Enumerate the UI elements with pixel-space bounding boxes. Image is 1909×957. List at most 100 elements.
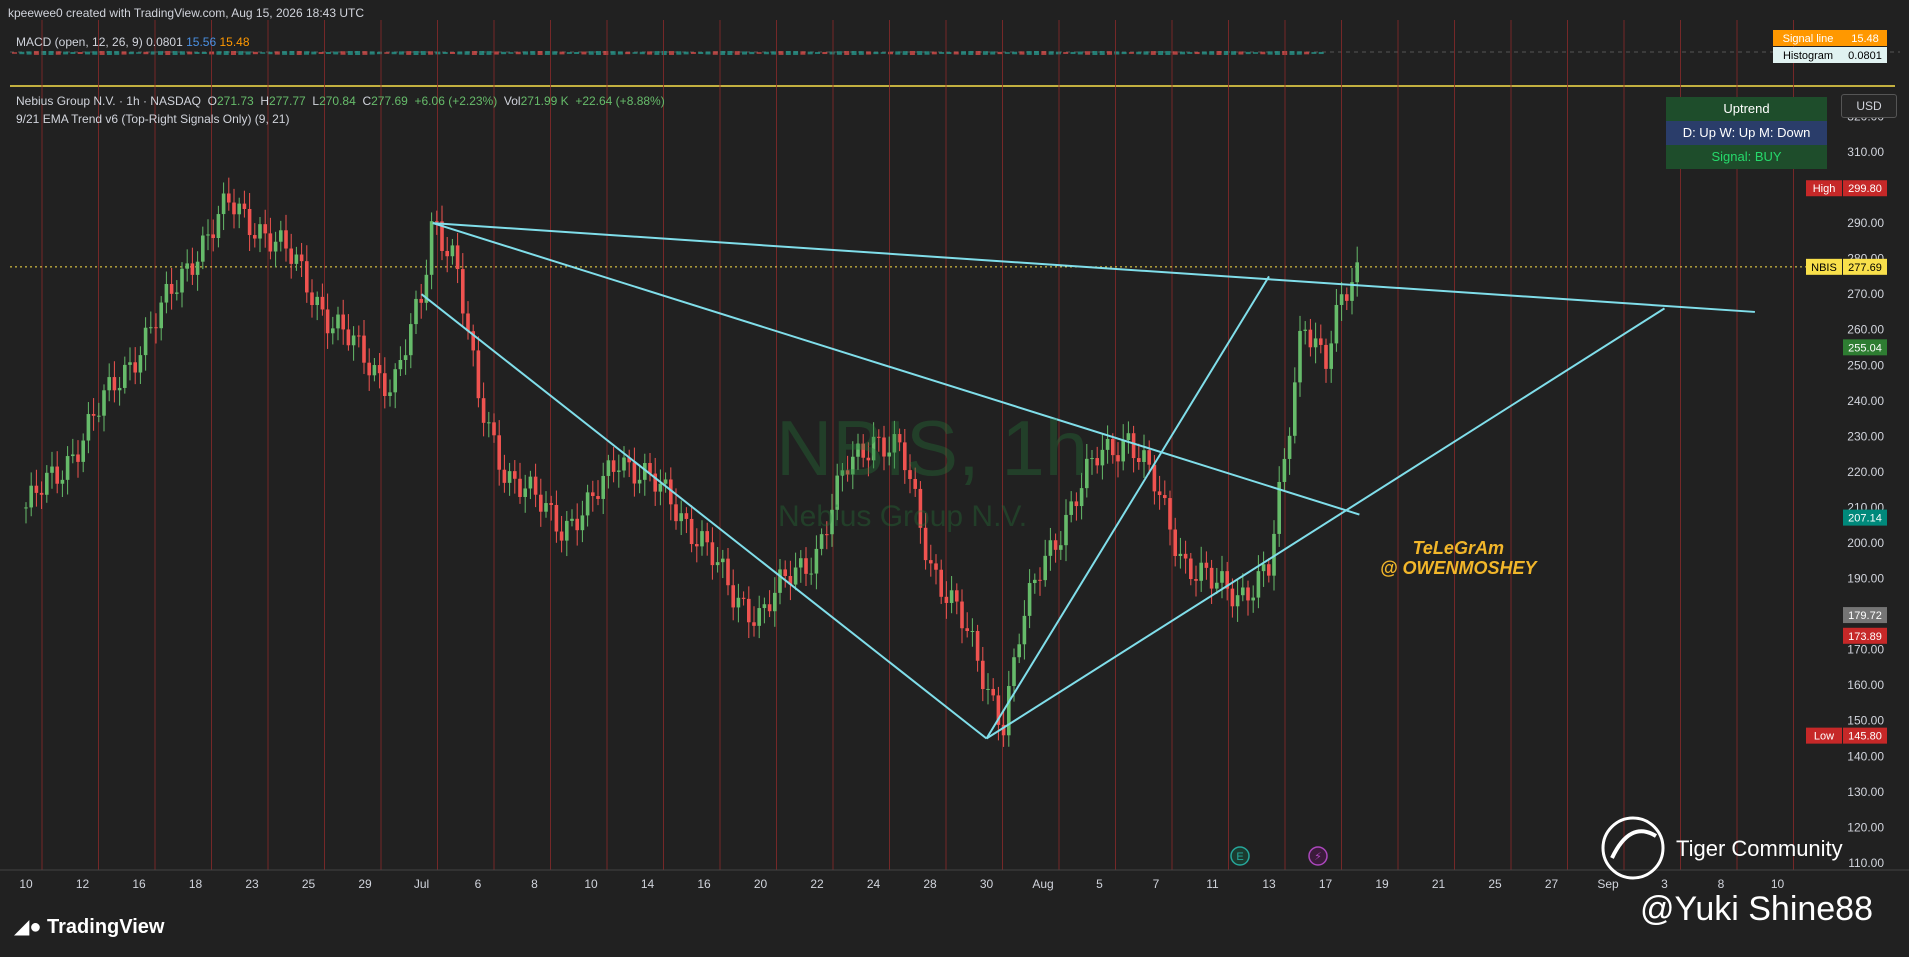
macd-histogram-bar bbox=[873, 51, 879, 55]
candle-body bbox=[154, 327, 158, 329]
lightning-event-icon[interactable]: ⚡ bbox=[1308, 846, 1328, 866]
macd-histogram-bar bbox=[574, 51, 580, 55]
macd-signal-tag-label: Signal line bbox=[1783, 33, 1834, 45]
macd-histogram-bar bbox=[858, 51, 864, 55]
macd-histogram-bar bbox=[939, 52, 945, 54]
macd-histogram-bar bbox=[1267, 51, 1273, 55]
macd-histogram-bar bbox=[822, 51, 828, 55]
candle-body bbox=[939, 569, 943, 597]
candle-body bbox=[570, 518, 574, 521]
candle-body bbox=[1038, 579, 1042, 581]
candle-body bbox=[1293, 382, 1297, 436]
candle-body bbox=[1298, 330, 1302, 383]
price-label-value: 207.14 bbox=[1848, 513, 1882, 525]
macd-histogram-bar bbox=[347, 51, 353, 55]
macd-histogram-bar bbox=[179, 51, 185, 55]
macd-histogram-bar bbox=[165, 51, 171, 55]
macd-histogram-bar bbox=[187, 51, 193, 55]
macd-histogram-bar bbox=[530, 51, 536, 55]
macd-histogram-bar bbox=[311, 51, 317, 55]
macd-histogram-bar bbox=[895, 51, 901, 55]
candle-body bbox=[1287, 435, 1292, 459]
macd-histogram-bar bbox=[63, 51, 69, 55]
telegram-line1: TeLeGrAm bbox=[1412, 538, 1504, 558]
price-label-name: NBIS bbox=[1811, 262, 1837, 274]
macd-histogram-bar bbox=[953, 51, 959, 55]
candle-body bbox=[60, 479, 65, 484]
candle-body bbox=[700, 531, 704, 547]
macd-histogram-bar bbox=[968, 51, 974, 55]
candle-body bbox=[585, 492, 590, 516]
candle-body bbox=[325, 309, 330, 334]
macd-histogram-bar bbox=[705, 51, 711, 55]
macd-histogram-bar bbox=[143, 51, 149, 55]
x-tick-label: 16 bbox=[697, 877, 711, 891]
macd-histogram-bar bbox=[559, 51, 565, 55]
macd-histogram-bar bbox=[997, 51, 1003, 55]
macd-histogram-bar bbox=[771, 51, 777, 55]
macd-signal-value: 15.48 bbox=[219, 35, 250, 49]
tiger-community-watermark: Tiger Community bbox=[1676, 836, 1843, 862]
macd-histogram-bar bbox=[866, 51, 872, 55]
macd-histogram-bar bbox=[909, 51, 915, 55]
macd-histogram-bar bbox=[318, 52, 324, 54]
x-tick-label: 17 bbox=[1319, 877, 1333, 891]
symbol-volume-change: +22.64 (+8.88%) bbox=[575, 94, 665, 108]
candle-body bbox=[133, 362, 137, 373]
candle-body bbox=[1116, 455, 1120, 462]
candle-body bbox=[1157, 491, 1162, 496]
macd-histogram-bar bbox=[486, 51, 492, 55]
candle-body bbox=[1007, 686, 1011, 736]
macd-histogram-bar bbox=[1092, 51, 1098, 55]
chart-stage: 110.00 120.00 130.00 140.00 150.00 160.00 170.… bbox=[0, 0, 1909, 957]
candle-body bbox=[315, 296, 319, 306]
candle-body bbox=[679, 513, 683, 522]
macd-histogram-bar bbox=[77, 52, 83, 54]
candle-body bbox=[39, 492, 44, 495]
candle-body bbox=[622, 457, 626, 471]
symbol-volume: 271.99 K bbox=[520, 94, 569, 108]
macd-histogram-bar bbox=[1048, 51, 1054, 55]
macd-histogram-bar bbox=[201, 52, 207, 54]
x-tick-label: 12 bbox=[76, 877, 90, 891]
candle-body bbox=[102, 390, 106, 416]
earnings-event-icon[interactable]: E bbox=[1230, 846, 1250, 866]
candle-body bbox=[721, 558, 725, 563]
candle-body bbox=[299, 254, 304, 262]
candle-body bbox=[1017, 644, 1021, 658]
price-label-value: 299.80 bbox=[1848, 183, 1882, 195]
macd-histogram-bar bbox=[1187, 52, 1193, 54]
candle-body bbox=[455, 245, 460, 270]
candle-body bbox=[1267, 564, 1271, 576]
candle-body bbox=[273, 241, 278, 252]
macd-histogram-bar bbox=[1150, 51, 1156, 55]
candle-body bbox=[409, 324, 413, 356]
macd-histogram-bar bbox=[1289, 51, 1295, 55]
macd-histogram-bar bbox=[807, 51, 813, 55]
candle-body bbox=[180, 268, 184, 293]
candle-body bbox=[1235, 595, 1240, 607]
candle-body bbox=[1022, 615, 1027, 645]
candle-body bbox=[372, 365, 377, 376]
candle-body bbox=[970, 630, 975, 632]
macd-histogram-bar bbox=[501, 51, 507, 55]
macd-histogram-bar bbox=[1216, 51, 1222, 55]
macd-histogram-bar bbox=[420, 51, 426, 55]
macd-histogram-bar bbox=[1260, 51, 1266, 55]
macd-histogram-bar bbox=[515, 51, 521, 55]
candle-body bbox=[747, 598, 751, 623]
tradingview-logo[interactable]: ◢● TradingView bbox=[14, 914, 164, 939]
candle-body bbox=[1334, 304, 1339, 344]
candle-body bbox=[1204, 562, 1209, 568]
candle-body bbox=[305, 261, 309, 293]
macd-histogram-bar bbox=[1128, 52, 1134, 54]
candle-body bbox=[544, 503, 548, 512]
earnings-event-icon-glyph: E bbox=[1236, 851, 1243, 863]
x-tick-label: 13 bbox=[1262, 877, 1276, 891]
currency-button[interactable]: USD bbox=[1841, 94, 1897, 118]
macd-histogram-bar bbox=[238, 51, 244, 55]
x-tick-label: 23 bbox=[245, 877, 259, 891]
candle-body bbox=[991, 688, 995, 696]
indicator-legend: 9/21 EMA Trend v6 (Top-Right Signals Onl… bbox=[16, 112, 290, 126]
candle-body bbox=[331, 328, 335, 334]
